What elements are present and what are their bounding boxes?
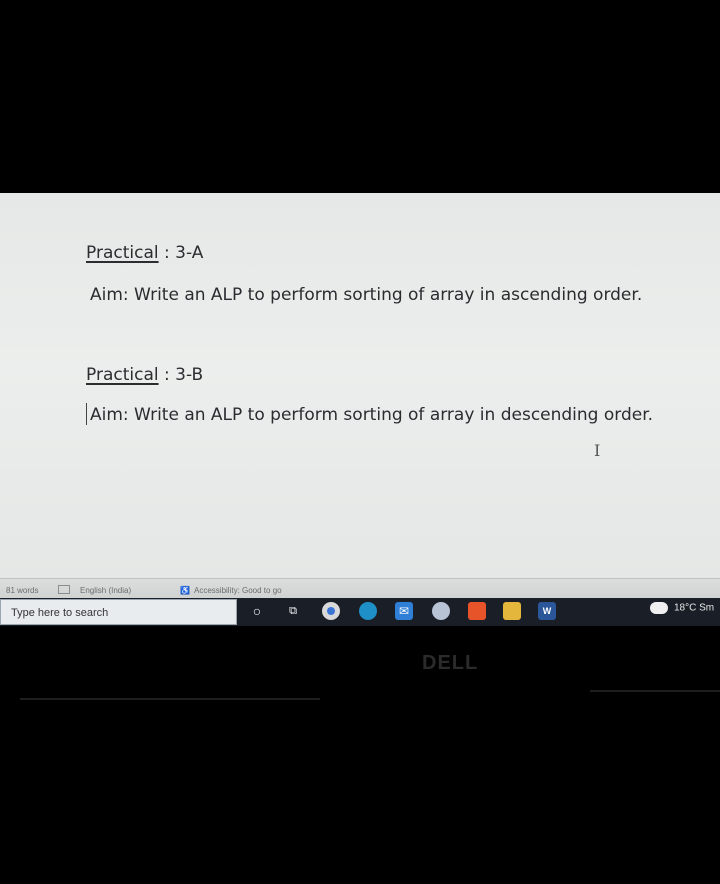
document-page[interactable]: Practical : 3-A Aim: Write an ALP to per… <box>0 193 720 578</box>
task-view-icon[interactable]: ⧉ <box>284 602 302 620</box>
bezel-edge <box>590 690 720 692</box>
proofing-icon[interactable] <box>58 585 70 594</box>
taskbar-search-box[interactable]: Type here to search <box>0 599 237 625</box>
word-icon[interactable]: W <box>538 602 556 620</box>
taskbar: Type here to search ○ ⧉ ✉ W 18°C Sm <box>0 598 720 626</box>
text-caret <box>86 403 87 425</box>
practical-3a-aim: Aim: Write an ALP to perform sorting of … <box>90 285 643 305</box>
bezel-edge <box>20 698 320 700</box>
practical-label: Practical <box>86 243 159 263</box>
practical-3a-heading: Practical : 3-A <box>86 243 203 263</box>
practical-3b-aim: Aim: Write an ALP to perform sorting of … <box>90 405 654 425</box>
weather-widget[interactable]: 18°C Sm <box>650 602 714 614</box>
app-icon[interactable] <box>432 602 450 620</box>
dell-logo: DELL <box>422 652 479 674</box>
practical-number: : 3-A <box>158 243 204 263</box>
accessibility-status[interactable]: Accessibility: Good to go <box>194 586 282 595</box>
accessibility-icon[interactable]: ♿ <box>180 586 190 595</box>
practical-3b-heading: Practical : 3-B <box>86 365 203 385</box>
search-placeholder: Type here to search <box>11 607 109 619</box>
chrome-icon[interactable] <box>322 602 340 620</box>
practical-label: Practical <box>86 365 159 385</box>
language-indicator[interactable]: English (India) <box>80 586 131 595</box>
cloud-icon <box>650 602 668 614</box>
edge-icon[interactable] <box>359 602 377 620</box>
cortana-icon[interactable]: ○ <box>248 602 266 620</box>
mail-icon[interactable]: ✉ <box>395 602 413 620</box>
practical-number: : 3-B <box>158 365 204 385</box>
brave-icon[interactable] <box>468 602 486 620</box>
status-bar: 81 words English (India) ♿ Accessibility… <box>0 578 720 599</box>
ibeam-cursor-icon: I <box>594 441 601 460</box>
weather-text: 18°C Sm <box>674 602 715 614</box>
word-count[interactable]: 81 words <box>6 586 38 595</box>
file-explorer-icon[interactable] <box>503 602 521 620</box>
